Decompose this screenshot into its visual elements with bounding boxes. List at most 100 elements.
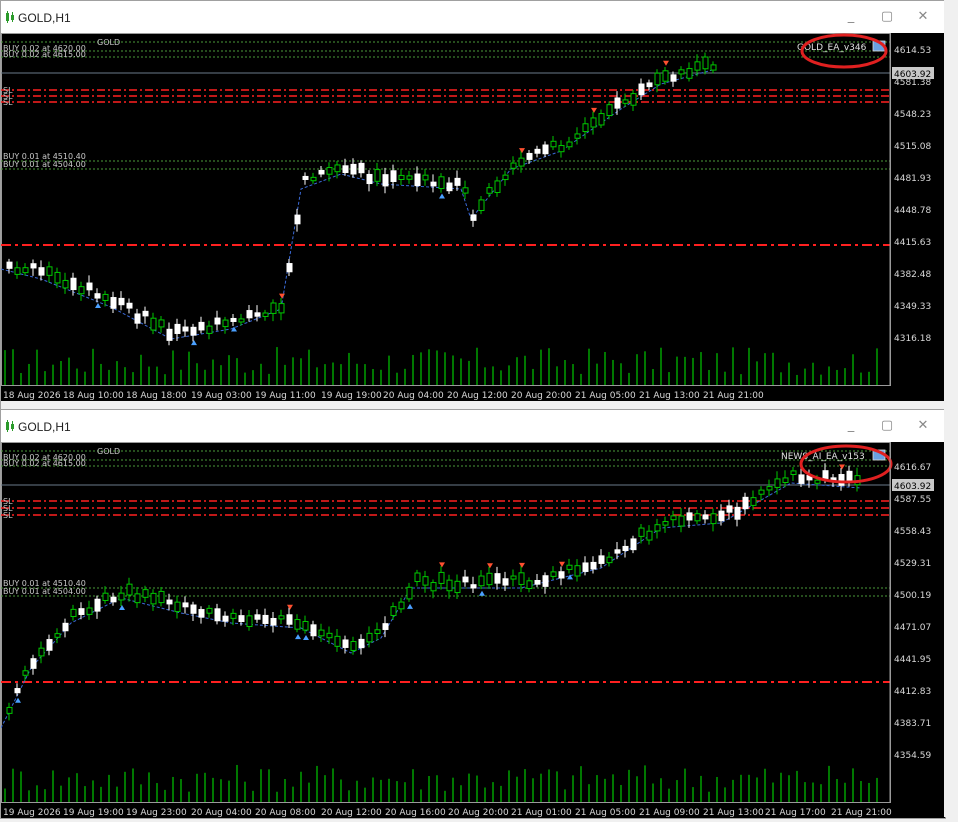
outer-scrollbar[interactable] [944, 0, 958, 817]
candle-body [574, 565, 581, 577]
candle-body [710, 513, 717, 525]
price-axis-label: 4481.93 [894, 174, 931, 184]
candle-body [398, 601, 405, 610]
candle-body [94, 293, 101, 299]
candle-body [70, 608, 77, 618]
candle-body [646, 530, 653, 541]
sl-label: SL [3, 511, 13, 520]
price-axis-label: 4316.18 [894, 334, 931, 344]
candle-body [430, 582, 437, 592]
candle-body [694, 61, 701, 71]
candle-body [102, 592, 109, 601]
candle-body [174, 323, 181, 334]
candle-body [438, 176, 445, 190]
current-price-text: 4603.92 [894, 482, 931, 492]
candle-body [310, 624, 317, 637]
price-axis-label: 4616.67 [894, 463, 931, 473]
chart-canvas[interactable]: GOLDBUY 0.02 at 4620.00BUY 0.02 at 4615.… [0, 442, 945, 818]
price-chart[interactable]: GOLD BUY 0.02 at 4620.00 BUY 0.02 at 4615.… [0, 33, 945, 401]
minimize-button[interactable]: _ [843, 418, 859, 434]
candle-body [686, 68, 693, 79]
candle-body [622, 99, 629, 104]
candle-body [190, 326, 197, 336]
candle-body [582, 562, 589, 572]
window-titlebar[interactable]: GOLD,H1 _ ▢ ✕ [1, 410, 945, 442]
candle-body [702, 56, 709, 70]
candle-body [614, 549, 621, 554]
candle-body [38, 267, 45, 276]
sell-arrow-icon [519, 148, 525, 154]
candle-body [446, 182, 453, 192]
candle-body [46, 639, 53, 651]
candle-body [14, 267, 21, 275]
maximize-button[interactable]: ▢ [879, 9, 895, 25]
candle-body [838, 474, 845, 486]
chart-window-1[interactable]: GOLD,H1 _ ▢ ✕ GOLD BUY 0.02 at 4620.00 BUY… [0, 0, 946, 410]
price-axis-label: 4471.07 [894, 623, 931, 633]
time-axis-label: 19 Aug 19:00 [321, 391, 382, 401]
candle-body [286, 614, 293, 625]
candle-body [86, 282, 93, 291]
candle-body [398, 174, 405, 180]
candle-body [166, 328, 173, 341]
window-title: GOLD,H1 [18, 11, 71, 25]
candle-body [606, 556, 613, 564]
price-axis-label: 4548.23 [894, 110, 931, 120]
candle-body [758, 489, 765, 495]
sell-arrow-icon [439, 562, 445, 568]
chart-canvas[interactable]: GOLDBUY 0.02 at 4620.00BUY 0.02 at 4615.… [0, 33, 945, 401]
candle-body [414, 173, 421, 187]
candle-body [670, 74, 677, 82]
candle-body [846, 470, 853, 482]
candle-body [150, 317, 157, 331]
price-axis-label: 4382.48 [894, 270, 931, 280]
candle-body [718, 510, 725, 522]
candle-body [230, 612, 237, 619]
sell-arrow-icon [519, 562, 525, 568]
candle-chart-icon [6, 11, 14, 23]
candle-body [270, 617, 277, 626]
candle-body [502, 174, 509, 181]
maximize-button[interactable]: ▢ [879, 418, 895, 434]
candle-body [734, 506, 741, 520]
candle-body [534, 148, 541, 154]
candle-body [510, 575, 517, 580]
sell-arrow-icon [839, 464, 845, 470]
candle-body [94, 598, 101, 612]
candle-body [342, 165, 349, 173]
sell-arrow-icon [487, 563, 493, 569]
candle-body [390, 170, 397, 182]
candle-body [158, 590, 165, 604]
candle-body [374, 629, 381, 634]
minimize-button[interactable]: _ [843, 9, 859, 25]
candle-body [750, 497, 757, 506]
chart-window-2[interactable]: GOLD,H1 _ ▢ ✕ GOLD BUY 0.02 at 4620.00 BUY… [0, 409, 946, 819]
close-button[interactable]: ✕ [915, 418, 931, 434]
candle-body [526, 580, 533, 589]
candle-body [262, 614, 269, 624]
price-axis-label: 4448.78 [894, 206, 931, 216]
candle-body [726, 505, 733, 513]
candle-body [614, 97, 621, 109]
time-axis-label: 18 Aug 2026 [3, 391, 61, 401]
candle-body [406, 586, 413, 600]
time-axis-label: 21 Aug 05:00 [575, 391, 636, 401]
candle-body [678, 69, 685, 75]
window-titlebar[interactable]: GOLD,H1 _ ▢ ✕ [1, 1, 945, 33]
ea-name-label: NEWS_AI_EA_v153 [781, 452, 865, 462]
order-label: BUY 0.01 at 4504.00 [3, 587, 86, 596]
plot-border [1, 442, 891, 803]
candle-body [70, 277, 77, 291]
candle-body [206, 607, 213, 614]
candle-body [6, 261, 13, 269]
candle-body [62, 622, 69, 632]
close-button[interactable]: ✕ [915, 9, 931, 25]
candle-body [590, 561, 597, 570]
candle-body [358, 162, 365, 174]
candle-body [246, 310, 253, 319]
candle-body [326, 167, 333, 175]
price-chart[interactable]: GOLD BUY 0.02 at 4620.00 BUY 0.02 at 4615.… [0, 442, 945, 818]
candle-body [430, 181, 437, 187]
candle-body [702, 514, 709, 520]
candle-body [622, 545, 629, 552]
